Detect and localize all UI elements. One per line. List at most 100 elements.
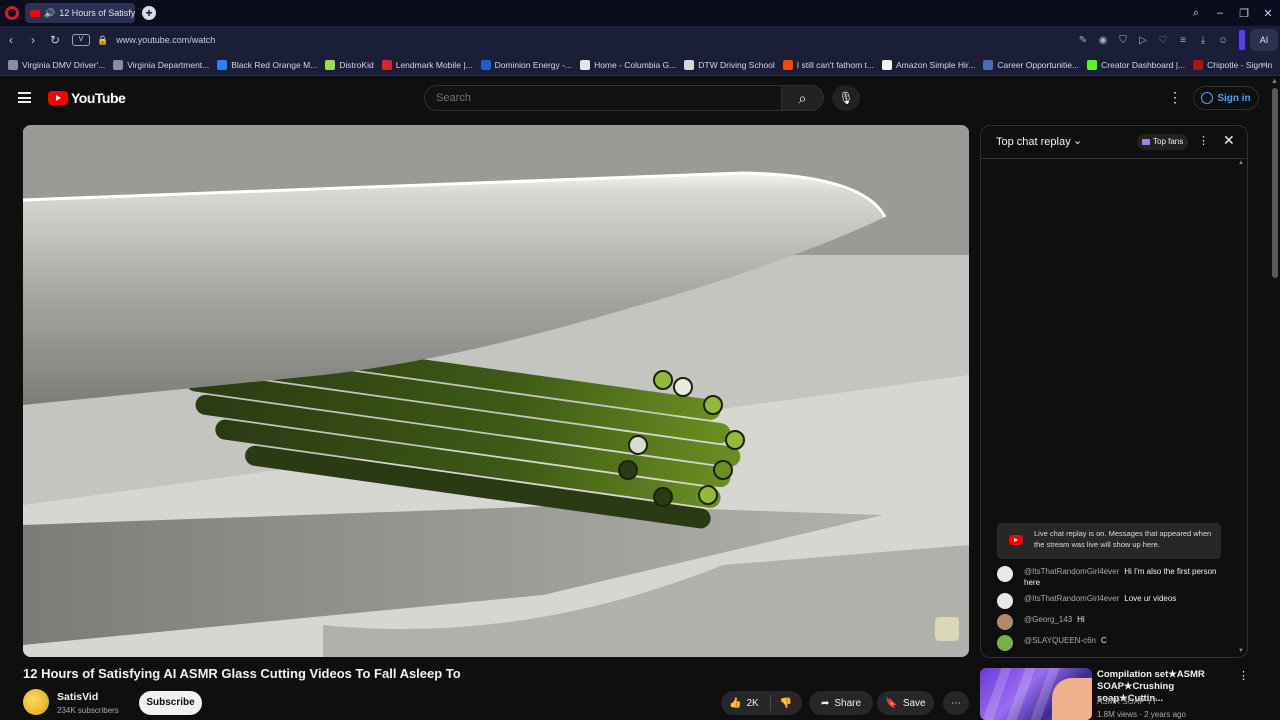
- scrollbar-thumb[interactable]: [1272, 88, 1278, 278]
- bookmark-favicon-icon: [325, 59, 336, 70]
- more-actions-button[interactable]: ⋯: [943, 691, 969, 715]
- like-count: 2K: [746, 697, 759, 709]
- more-horizontal-icon: ⋯: [951, 697, 961, 709]
- bookmarks-overflow-icon[interactable]: »: [1261, 59, 1266, 69]
- ai-label: AI: [1259, 35, 1269, 45]
- youtube-logo[interactable]: YouTube: [48, 90, 126, 106]
- channel-watermark[interactable]: [935, 617, 959, 641]
- share-button[interactable]: ➦ Share: [809, 691, 873, 715]
- top-fans-label: Top fans: [1153, 137, 1184, 146]
- camera-icon[interactable]: ◉: [1096, 35, 1110, 46]
- shield-icon[interactable]: ⛉: [1116, 35, 1130, 46]
- chat-header: Top chat replay ⌄ Top fans ⋮ ✕: [981, 126, 1247, 159]
- chat-text: Love ur videos: [1124, 594, 1177, 603]
- video-title: 12 Hours of Satisfying AI ASMR Glass Cut…: [23, 666, 461, 681]
- reload-button[interactable]: ↻: [44, 33, 66, 47]
- forward-button[interactable]: ›: [22, 33, 44, 47]
- speaker-icon[interactable]: 🔊: [44, 8, 55, 19]
- search-button[interactable]: ⌕: [782, 85, 824, 111]
- subscriber-count: 234K subscribers: [57, 706, 119, 715]
- bookmark-label: DTW Driving School: [698, 59, 775, 70]
- sign-in-button[interactable]: Sign in: [1193, 86, 1259, 110]
- hamburger-menu-icon[interactable]: [18, 92, 31, 103]
- chat-scroll-up-icon[interactable]: ▲: [1238, 160, 1244, 166]
- back-button[interactable]: ‹: [0, 33, 22, 47]
- account-circle-icon: [1201, 92, 1214, 104]
- close-chat-button[interactable]: ✕: [1223, 132, 1235, 149]
- bookmark-label: Virginia Department...: [127, 59, 210, 70]
- close-window-button[interactable]: ✕: [1256, 7, 1280, 20]
- vpn-badge-icon[interactable]: V: [72, 34, 90, 46]
- url-field[interactable]: www.youtube.com/watch: [116, 35, 215, 45]
- recommended-video-channel[interactable]: ASMR SOAP YT: [1097, 697, 1157, 706]
- bookmark-item[interactable]: DTW Driving School: [684, 59, 775, 70]
- save-label: Save: [902, 697, 926, 709]
- bookmark-item[interactable]: I still can't fathom t...: [782, 59, 875, 70]
- bookmark-label: I still can't fathom t...: [796, 59, 875, 70]
- share-arrow-icon: ➦: [820, 697, 830, 709]
- search-input[interactable]: [425, 86, 781, 110]
- share-label: Share: [834, 697, 862, 709]
- page-scrollbar[interactable]: ▲: [1270, 76, 1280, 720]
- chat-avatar[interactable]: [997, 614, 1013, 630]
- channel-name[interactable]: SatisVid: [57, 691, 98, 703]
- dislike-button[interactable]: 👎: [771, 698, 801, 709]
- heart-icon[interactable]: ♡: [1156, 35, 1170, 46]
- bookmark-item[interactable]: Creator Dashboard |...: [1087, 59, 1186, 70]
- video-player[interactable]: [23, 125, 969, 657]
- bookmark-item[interactable]: Lendmark Mobile |...: [381, 59, 473, 70]
- bookmark-item[interactable]: Dominion Energy -...: [480, 59, 572, 70]
- bookmark-item[interactable]: Home - Columbia G...: [580, 59, 676, 70]
- bookmark-item[interactable]: DistroKid: [325, 59, 374, 70]
- microphone-icon: 🎙: [838, 91, 854, 105]
- bookmark-item[interactable]: Amazon Simple Hir...: [882, 59, 975, 70]
- browser-search-icon[interactable]: ⌕: [1184, 7, 1208, 20]
- chat-author[interactable]: @Georg_143: [1024, 615, 1072, 624]
- thumbnail-stripe: [1006, 668, 1036, 720]
- bookmark-favicon-icon: [983, 59, 994, 70]
- profile-icon[interactable]: ☺: [1216, 35, 1230, 46]
- edit-icon[interactable]: ✎: [1076, 35, 1090, 46]
- chevron-down-icon[interactable]: ⌄: [1073, 134, 1082, 147]
- chat-author[interactable]: @SLAYQUEEN-c6n: [1024, 636, 1096, 645]
- bookmark-item[interactable]: Black Red Orange M...: [217, 59, 317, 70]
- subscribe-button[interactable]: Subscribe: [139, 691, 202, 715]
- chat-mode-label[interactable]: Top chat replay: [996, 136, 1071, 148]
- player-icon[interactable]: ▷: [1136, 35, 1150, 46]
- chat-avatar[interactable]: [997, 566, 1013, 582]
- save-button[interactable]: 🔖 Save: [877, 691, 934, 715]
- recommended-video-kebab-icon[interactable]: ⋮: [1238, 669, 1249, 682]
- scroll-up-icon[interactable]: ▲: [1271, 78, 1278, 85]
- chat-text: C: [1101, 636, 1107, 645]
- channel-avatar[interactable]: [23, 689, 49, 715]
- top-fans-button[interactable]: Top fans: [1137, 134, 1189, 150]
- menu-lines-icon[interactable]: ≡: [1176, 35, 1190, 46]
- opera-logo-icon[interactable]: [5, 6, 19, 20]
- chat-message: @ItsThatRandomGirl4ever Love ur videos: [997, 593, 1227, 609]
- chat-avatar[interactable]: [997, 635, 1013, 651]
- bookmark-item[interactable]: Career Opportunitie...: [983, 59, 1079, 70]
- settings-kebab-icon[interactable]: ⋮: [1168, 89, 1182, 106]
- bookmark-label: Creator Dashboard |...: [1101, 59, 1186, 70]
- bookmark-item[interactable]: Virginia Department...: [113, 59, 210, 70]
- like-button[interactable]: 👍 2K: [721, 695, 771, 711]
- tab-title: 12 Hours of Satisfying: [59, 8, 135, 18]
- voice-search-button[interactable]: 🎙: [832, 85, 860, 111]
- restore-button[interactable]: ❐: [1232, 7, 1256, 20]
- download-icon[interactable]: ⤓: [1196, 35, 1210, 46]
- bookmark-favicon-icon: [882, 59, 893, 70]
- sidebar-indicator: [1239, 30, 1245, 50]
- chat-author[interactable]: @ItsThatRandomGirl4ever: [1024, 567, 1119, 576]
- ai-button[interactable]: AI: [1250, 29, 1278, 51]
- new-tab-button[interactable]: +: [142, 6, 156, 20]
- recommended-video-thumbnail[interactable]: [980, 668, 1092, 720]
- chat-author[interactable]: @ItsThatRandomGirl4ever: [1024, 594, 1119, 603]
- browser-tab-active[interactable]: 🔊 12 Hours of Satisfying: [25, 3, 135, 23]
- bookmark-item[interactable]: Virginia DMV Driver'...: [8, 59, 105, 70]
- chat-scroll-down-icon[interactable]: ▼: [1238, 648, 1244, 654]
- chat-options-kebab-icon[interactable]: ⋮: [1198, 134, 1209, 147]
- chat-avatar[interactable]: [997, 593, 1013, 609]
- minimize-button[interactable]: –: [1208, 7, 1232, 19]
- thumbs-down-icon: 👎: [779, 697, 793, 709]
- lock-icon[interactable]: 🔒: [97, 35, 108, 46]
